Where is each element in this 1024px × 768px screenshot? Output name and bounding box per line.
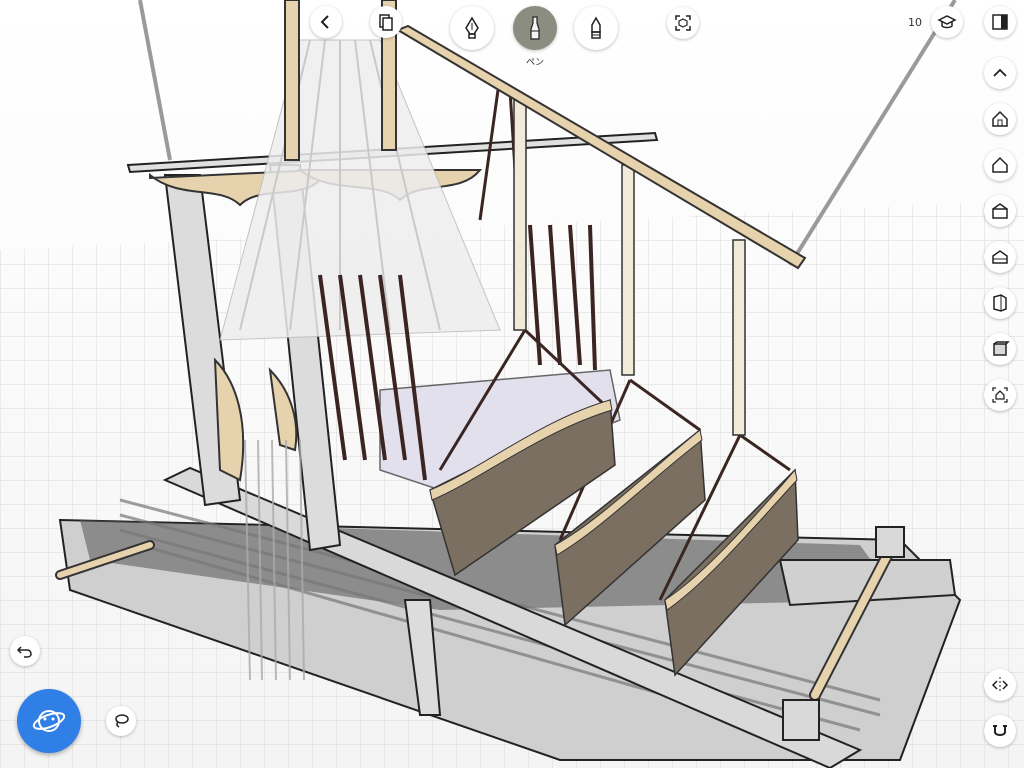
- chevron-left-icon: [320, 15, 329, 29]
- model-canvas[interactable]: [0, 0, 1024, 768]
- chevron-up-icon: [993, 68, 1007, 77]
- lasso-icon: [115, 714, 129, 728]
- snap-button[interactable]: [984, 715, 1016, 747]
- learn-button[interactable]: [931, 6, 963, 38]
- view-home-frame-button[interactable]: [984, 379, 1016, 411]
- tool-pen[interactable]: [513, 6, 557, 50]
- view-box-side-button[interactable]: [984, 287, 1016, 319]
- fit-view-button[interactable]: [667, 7, 699, 39]
- lasso-button[interactable]: [106, 706, 136, 736]
- home-outline-icon: [992, 110, 1008, 127]
- view-iso-button[interactable]: [984, 241, 1016, 273]
- box-side-icon: [993, 294, 1007, 312]
- panel-toggle-button[interactable]: [984, 6, 1016, 38]
- duplicate-button[interactable]: [370, 6, 402, 38]
- house-iso-icon: [992, 250, 1008, 264]
- orbit-icon: [32, 710, 66, 732]
- undo-button[interactable]: [10, 636, 40, 666]
- home-frame-icon: [992, 387, 1008, 403]
- fit-view-icon: [675, 15, 691, 31]
- brush-pen-icon: [530, 16, 540, 40]
- view-collapse-button[interactable]: [984, 57, 1016, 89]
- marker-pen-icon: [591, 16, 601, 39]
- tool-marker[interactable]: [574, 6, 618, 50]
- tool-fountain-pen[interactable]: [450, 6, 494, 50]
- layer-count: 10: [908, 16, 922, 29]
- view-box-iso-button[interactable]: [984, 333, 1016, 365]
- house-front-icon: [992, 203, 1008, 219]
- graduation-cap-icon: [937, 15, 957, 29]
- active-tool-label: ペン: [525, 58, 544, 68]
- undo-icon: [16, 646, 32, 658]
- copy-icon: [379, 14, 393, 31]
- box-iso-icon: [993, 341, 1010, 356]
- view-front-button[interactable]: [984, 149, 1016, 181]
- navigation-orbit-button[interactable]: [17, 689, 81, 753]
- sidebar-panel-icon: [992, 14, 1008, 30]
- view-top-button[interactable]: [984, 103, 1016, 135]
- back-button[interactable]: [310, 6, 342, 38]
- symmetry-button[interactable]: [984, 669, 1016, 701]
- view-side-button[interactable]: [984, 195, 1016, 227]
- house-icon: [992, 156, 1008, 173]
- magnet-icon: [993, 725, 1007, 736]
- symmetry-icon: [991, 677, 1009, 693]
- fountain-pen-icon: [465, 16, 479, 39]
